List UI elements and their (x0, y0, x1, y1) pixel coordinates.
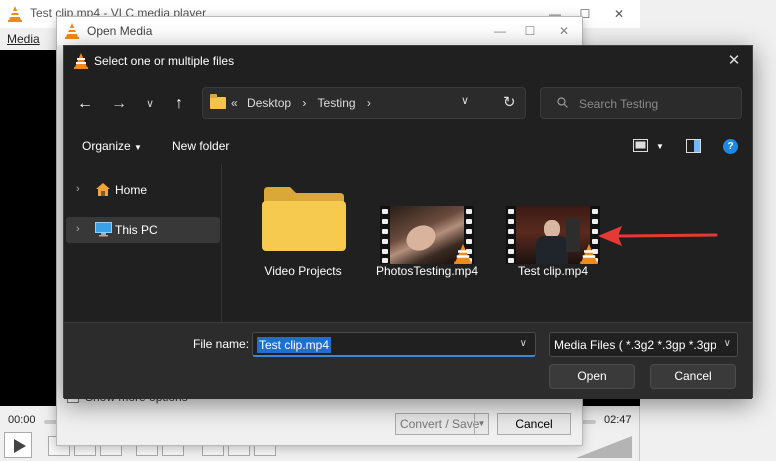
help-icon[interactable]: ? (723, 139, 738, 154)
maximize-button[interactable]: ☐ (515, 21, 545, 41)
back-arrow-icon[interactable]: ← (72, 92, 98, 116)
file-name-field[interactable]: Test clip.mp4 ∨ (252, 332, 536, 357)
volume-slider[interactable] (576, 436, 632, 458)
file-type-select[interactable]: Media Files ( *.3g2 *.3gp *.3gp2 ∨ (549, 332, 738, 357)
breadcrumb-separator-icon: › (302, 96, 307, 110)
folder-icon (210, 94, 226, 109)
annotation-arrow-icon (598, 226, 718, 246)
file-picker-title: Select one or multiple files (94, 54, 235, 68)
close-button[interactable]: ✕ (604, 4, 634, 24)
vlc-cone-icon (74, 53, 88, 69)
file-name-label: File name: (193, 337, 250, 351)
view-icon (633, 139, 648, 152)
command-bar: Organize ▼ New folder ▼ ? (64, 134, 752, 160)
navigation-bar: ← → ∨ ↑ « Desktop › Testing › ∨ ↻ (64, 86, 752, 122)
breadcrumb: « Desktop › Testing › (231, 96, 379, 110)
file-picker-title-bar: Select one or multiple files ✕ (64, 46, 752, 76)
open-button[interactable]: Open (549, 364, 635, 389)
search-box[interactable] (540, 87, 742, 119)
computer-icon (95, 222, 112, 237)
chevron-down-icon[interactable]: ▼ (656, 142, 664, 151)
organize-label: Organize (82, 139, 131, 153)
close-button[interactable]: ✕ (720, 50, 748, 72)
chevron-down-icon[interactable]: ∨ (520, 338, 527, 349)
chevron-down-icon: ▼ (134, 143, 142, 152)
time-total: 02:47 (604, 414, 632, 426)
file-name: PhotosTesting.mp4 (375, 264, 479, 278)
up-arrow-icon[interactable]: ↑ (166, 92, 192, 116)
file-item-test-clip[interactable]: Test clip.mp4 (494, 178, 612, 308)
file-name-value[interactable]: Test clip.mp4 (257, 337, 332, 353)
search-icon (557, 97, 568, 108)
convert-save-label: Convert / Save (400, 417, 480, 431)
sidebar-item-label: Home (115, 183, 148, 197)
chevron-down-icon[interactable]: ▼ (474, 414, 488, 434)
breadcrumb-item-testing[interactable]: Testing (318, 96, 356, 110)
search-input[interactable] (579, 94, 735, 114)
chevron-right-icon[interactable]: › (76, 183, 80, 195)
home-icon (96, 183, 110, 196)
close-button[interactable]: ✕ (549, 21, 579, 41)
change-view-button[interactable] (633, 139, 649, 156)
address-dropdown-icon[interactable]: ∨ (461, 94, 469, 107)
vlc-cone-icon (454, 244, 472, 264)
time-elapsed: 00:00 (8, 414, 36, 426)
refresh-icon[interactable]: ↻ (503, 93, 516, 111)
preview-pane-icon (686, 139, 701, 153)
sidebar-item-label: This PC (115, 223, 158, 237)
file-picker-footer: File name: Test clip.mp4 ∨ Media Files (… (64, 322, 752, 399)
open-media-title-bar: Open Media — ☐ ✕ (57, 17, 582, 45)
file-name: Video Projects (264, 264, 342, 278)
open-media-cancel-button[interactable]: Cancel (497, 413, 571, 435)
new-folder-button[interactable]: New folder (172, 139, 229, 153)
preview-pane-button[interactable] (686, 139, 701, 156)
sidebar-item-home[interactable]: › Home (66, 177, 220, 203)
breadcrumb-overflow[interactable]: « (231, 96, 238, 110)
navigation-pane: › Home › This PC (64, 164, 222, 322)
address-bar[interactable]: « Desktop › Testing › ∨ ↻ (202, 87, 526, 119)
convert-save-button[interactable]: Convert / Save ▼ (395, 413, 489, 435)
chevron-right-icon[interactable]: › (76, 223, 80, 235)
sidebar-item-this-pc[interactable]: › This PC (66, 217, 220, 243)
folder-icon (262, 187, 346, 251)
cancel-button[interactable]: Cancel (650, 364, 736, 389)
recent-locations-chevron-icon[interactable]: ∨ (137, 92, 163, 116)
play-button[interactable] (4, 432, 32, 458)
vlc-cone-icon (65, 23, 79, 39)
chevron-down-icon[interactable]: ∨ (724, 338, 731, 349)
organize-button[interactable]: Organize ▼ (82, 139, 142, 153)
open-media-title: Open Media (87, 24, 153, 38)
file-item-photostesting[interactable]: PhotosTesting.mp4 (368, 178, 486, 308)
file-type-value: Media Files ( *.3g2 *.3gp *.3gp2 (554, 338, 716, 352)
breadcrumb-item-desktop[interactable]: Desktop (247, 96, 291, 110)
file-name: Test clip.mp4 (517, 264, 589, 278)
menu-media[interactable]: Media (7, 32, 40, 46)
file-item-video-projects[interactable]: Video Projects (244, 178, 362, 308)
minimize-button[interactable]: — (485, 21, 515, 41)
forward-arrow-icon[interactable]: → (106, 92, 132, 116)
breadcrumb-separator-icon[interactable]: › (367, 96, 371, 110)
vlc-cone-icon (8, 6, 22, 22)
